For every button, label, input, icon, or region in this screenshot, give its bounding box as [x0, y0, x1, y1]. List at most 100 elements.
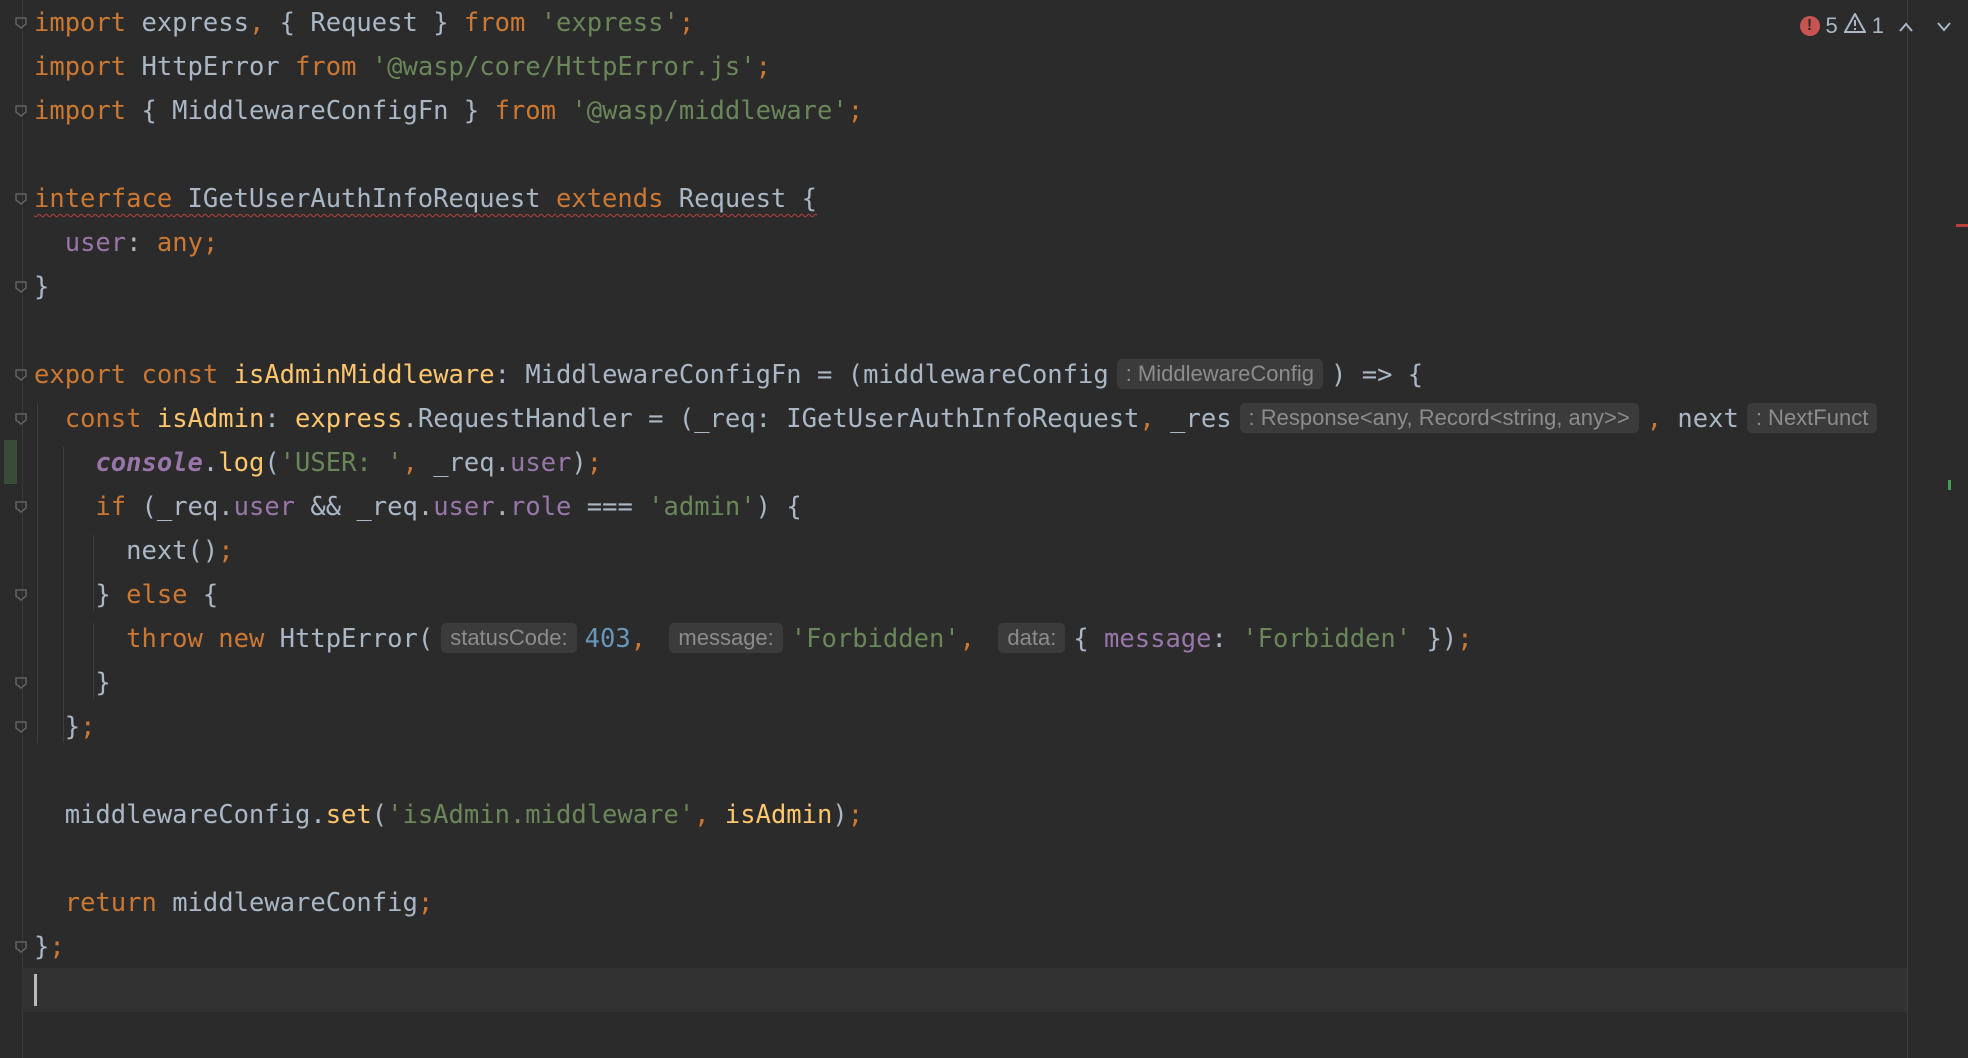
code-token: return: [64, 888, 157, 918]
code-line[interactable]: next();: [34, 529, 234, 573]
code-token: ,: [1139, 404, 1155, 434]
code-token: const: [64, 404, 142, 434]
code-token: isAdmin: [156, 404, 265, 434]
code-token: ) => {: [1331, 360, 1424, 390]
code-token: ;: [847, 800, 864, 830]
previous-highlight-icon[interactable]: [1890, 15, 1922, 38]
code-token: 'isAdmin.middleware': [387, 800, 695, 830]
code-token: console: [95, 448, 203, 478]
code-token: HttpError(: [264, 624, 434, 654]
code-token: ,: [1646, 404, 1663, 434]
code-token: throw: [126, 624, 203, 654]
error-stripe-marker[interactable]: [1956, 224, 1968, 227]
code-token: new: [218, 624, 265, 654]
code-token: from: [494, 96, 557, 126]
code-token: ;: [1457, 624, 1473, 654]
code-line[interactable]: export const isAdminMiddleware: Middlewa…: [34, 353, 1423, 397]
parameter-hint: statusCode:: [441, 623, 577, 653]
code-token: (_req.: [126, 492, 234, 522]
code-token: import: [34, 96, 127, 126]
fold-marker-icon[interactable]: [14, 588, 28, 602]
code-line[interactable]: return middlewareConfig;: [34, 881, 433, 925]
code-token: .: [202, 448, 219, 478]
code-token: ,: [630, 624, 647, 654]
code-line[interactable]: }: [34, 265, 49, 309]
code-line[interactable]: console.log('USER: ', _req.user);: [34, 441, 602, 485]
code-token: }: [34, 712, 81, 742]
fold-marker-icon[interactable]: [14, 104, 28, 118]
code-token: middlewareConfig.: [34, 800, 326, 830]
code-line[interactable]: throw new HttpError(statusCode: 403, mess…: [34, 617, 1473, 661]
code-token: 'express': [540, 8, 679, 38]
code-line[interactable]: interface IGetUserAuthInfoRequest extend…: [34, 177, 817, 221]
code-token: }: [34, 580, 127, 610]
warning-count[interactable]: 1: [1872, 13, 1884, 39]
code-token: 'admin': [648, 492, 756, 522]
inspection-status[interactable]: ! 5 1: [1799, 10, 1961, 42]
code-token: ;: [218, 536, 234, 566]
code-token: extends: [555, 184, 664, 214]
code-token: {: [187, 580, 219, 610]
error-count[interactable]: 5: [1826, 13, 1838, 39]
code-area[interactable]: import express, { Request } from 'expres…: [34, 0, 1908, 1058]
change-stripe-marker[interactable]: [1948, 480, 1951, 490]
code-token: express: [295, 404, 403, 434]
code-token: from: [463, 8, 526, 38]
code-token: '@wasp/middleware': [571, 96, 848, 126]
code-line[interactable]: if (_req.user && _req.user.role === 'adm…: [34, 485, 801, 529]
code-token: {: [1073, 624, 1105, 654]
code-token: .RequestHandler = (_req: IGetUserAuthInf…: [402, 404, 1140, 434]
code-token: Request {: [663, 184, 817, 214]
code-line[interactable]: middlewareConfig.set('isAdmin.middleware…: [34, 793, 863, 837]
code-line[interactable]: }: [34, 661, 110, 705]
code-token: ,: [694, 800, 710, 830]
code-line[interactable]: };: [34, 925, 65, 969]
fold-marker-icon[interactable]: [14, 940, 28, 954]
code-token: :: [264, 404, 296, 434]
code-token: HttpError: [126, 52, 296, 82]
code-line[interactable]: } else {: [34, 573, 218, 617]
parameter-hint: : NextFunct: [1746, 403, 1878, 433]
fold-marker-icon[interactable]: [14, 500, 28, 514]
text-caret: [34, 974, 37, 1006]
code-token: ;: [80, 712, 96, 742]
code-token: (: [264, 448, 280, 478]
code-line[interactable]: user: any;: [34, 221, 219, 265]
parameter-hint: : Response<any, Record<string, any>>: [1239, 403, 1639, 433]
fold-marker-icon[interactable]: [14, 368, 28, 382]
code-editor[interactable]: import express, { Request } from 'expres…: [0, 0, 1968, 1058]
code-token: :: [1211, 624, 1243, 654]
fold-marker-icon[interactable]: [14, 280, 28, 294]
code-token: ;: [586, 448, 603, 478]
fold-marker-icon[interactable]: [14, 16, 28, 30]
editor-gutter: [0, 0, 23, 1058]
code-token: ,: [959, 624, 976, 654]
fold-marker-icon[interactable]: [14, 192, 28, 206]
code-line[interactable]: };: [34, 705, 96, 749]
fold-marker-icon[interactable]: [14, 676, 28, 690]
code-token: ;: [755, 52, 771, 82]
code-token: { Request }: [264, 8, 464, 38]
fold-marker-icon[interactable]: [14, 720, 28, 734]
parameter-hint: : MiddlewareConfig: [1116, 359, 1324, 389]
code-line[interactable]: import { MiddlewareConfigFn } from '@was…: [34, 89, 863, 133]
code-token: isAdmin: [724, 800, 833, 830]
fold-marker-icon[interactable]: [14, 412, 28, 426]
code-token: user: [64, 228, 127, 258]
next-highlight-icon[interactable]: [1928, 15, 1960, 38]
code-line[interactable]: const isAdmin: express.RequestHandler = …: [34, 397, 1885, 441]
code-token: IGetUserAuthInfoRequest: [172, 184, 556, 214]
code-line[interactable]: import HttpError from '@wasp/core/HttpEr…: [34, 45, 771, 89]
code-line[interactable]: import express, { Request } from 'expres…: [34, 1, 694, 45]
code-token: user: [433, 492, 495, 522]
code-token: any: [156, 228, 203, 258]
